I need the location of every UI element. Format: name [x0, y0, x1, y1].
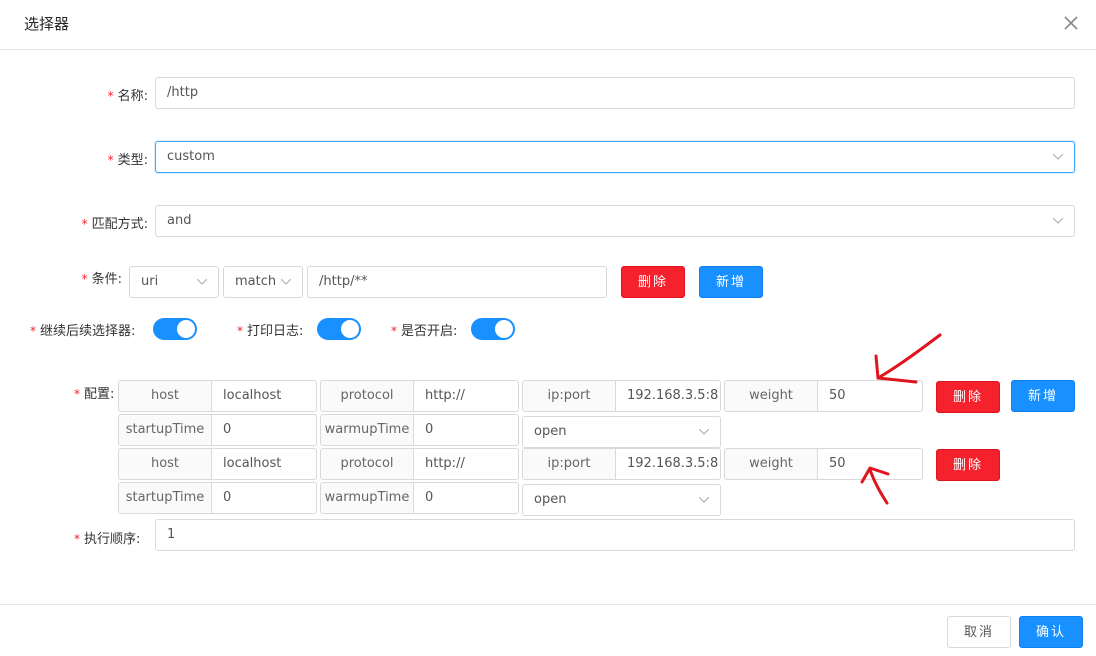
confirm-button[interactable]: 确认 — [1019, 616, 1083, 648]
chevron-down-icon — [699, 429, 709, 435]
dialog-footer: 取消 确认 — [0, 604, 1096, 656]
weight-addon: weight — [725, 381, 818, 411]
match-mode-label: * 匹配方式: — [81, 217, 148, 232]
sort-label-text: 执行顺序: — [84, 532, 141, 547]
condition-operator-select[interactable]: match — [223, 266, 303, 298]
weight-addon: weight — [725, 449, 818, 479]
ipport-addon: ip:port — [523, 381, 616, 411]
chevron-down-icon — [699, 497, 709, 503]
startup-addon: startupTime — [119, 415, 212, 445]
match-mode-value: and — [167, 213, 192, 228]
name-label-text: 名称: — [117, 89, 148, 104]
type-label: * 类型: — [107, 153, 148, 168]
condition-label: * 条件: — [81, 272, 122, 287]
ipport-value: 192.168.3.5:8 — [627, 388, 719, 403]
print-log-label-text: 打印日志: — [247, 324, 304, 339]
dialog-header: 选择器 — [0, 0, 1096, 50]
config-status-select[interactable]: open — [522, 416, 721, 448]
enabled-toggle[interactable] — [471, 318, 515, 340]
status-value: open — [534, 424, 567, 439]
chevron-down-icon — [1053, 154, 1063, 160]
toggle-knob — [177, 320, 195, 338]
config-startup-field[interactable]: startupTime 0 — [118, 482, 317, 514]
match-mode-label-text: 匹配方式: — [91, 217, 148, 232]
startup-addon: startupTime — [119, 483, 212, 513]
condition-add-button[interactable]: 新增 — [699, 266, 763, 298]
status-value: open — [534, 492, 567, 507]
config-add-button[interactable]: 新增 — [1011, 380, 1075, 412]
config-host-field[interactable]: host localhost — [118, 380, 317, 412]
config-label: * 配置: — [74, 387, 115, 402]
sort-label: * 执行顺序: — [74, 532, 141, 547]
config-ipport-field[interactable]: ip:port 192.168.3.5:8 — [522, 380, 721, 412]
host-addon: host — [119, 381, 212, 411]
ipport-addon: ip:port — [523, 449, 616, 479]
dialog-title: 选择器 — [24, 15, 70, 33]
warmup-addon: warmupTime — [321, 415, 414, 445]
config-warmup-field[interactable]: warmupTime 0 — [320, 414, 519, 446]
protocol-value: http:// — [425, 388, 465, 403]
type-select-value: custom — [167, 149, 215, 164]
enabled-label-text: 是否开启: — [401, 324, 458, 339]
type-select[interactable]: custom — [155, 141, 1075, 173]
chevron-down-icon — [1053, 218, 1063, 224]
name-input[interactable]: /http — [155, 77, 1075, 109]
config-label-text: 配置: — [84, 387, 115, 402]
ipport-value: 192.168.3.5:8 — [627, 456, 719, 471]
type-label-text: 类型: — [117, 153, 148, 168]
warmup-addon: warmupTime — [321, 483, 414, 513]
config-row1-delete-button[interactable]: 删除 — [936, 381, 1000, 413]
toggle-knob — [495, 320, 513, 338]
weight-value: 50 — [829, 388, 846, 403]
selector-dialog: 选择器 * 名称: /http * 类型: custom * 匹配方式: and * 条… — [0, 0, 1096, 656]
config-protocol-field[interactable]: protocol http:// — [320, 380, 519, 412]
chevron-down-icon — [281, 279, 291, 285]
config-ipport-field[interactable]: ip:port 192.168.3.5:8 — [522, 448, 721, 480]
continue-selector-label-text: 继续后续选择器: — [40, 324, 136, 339]
condition-param-value: uri — [141, 274, 159, 289]
condition-operator-value: match — [235, 274, 277, 289]
warmup-value: 0 — [425, 490, 434, 505]
print-log-label: * 打印日志: — [237, 324, 304, 339]
host-addon: host — [119, 449, 212, 479]
chevron-down-icon — [197, 279, 207, 285]
startup-value: 0 — [223, 490, 232, 505]
continue-selector-toggle[interactable] — [153, 318, 197, 340]
sort-input[interactable]: 1 — [155, 519, 1075, 551]
protocol-addon: protocol — [321, 449, 414, 479]
name-label: * 名称: — [107, 89, 148, 104]
close-icon[interactable] — [1060, 12, 1082, 34]
continue-selector-label: * 继续后续选择器: — [30, 324, 136, 339]
config-status-select[interactable]: open — [522, 484, 721, 516]
match-mode-select[interactable]: and — [155, 205, 1075, 237]
condition-label-text: 条件: — [91, 272, 122, 287]
annotation-arrow-top — [876, 333, 942, 380]
host-value: localhost — [223, 388, 282, 403]
annotation-arrowhead-top — [874, 354, 918, 384]
config-protocol-field[interactable]: protocol http:// — [320, 448, 519, 480]
condition-param-select[interactable]: uri — [129, 266, 219, 298]
toggle-knob — [341, 320, 359, 338]
config-host-field[interactable]: host localhost — [118, 448, 317, 480]
config-weight-field[interactable]: weight 50 — [724, 448, 923, 480]
weight-value: 50 — [829, 456, 846, 471]
protocol-addon: protocol — [321, 381, 414, 411]
config-warmup-field[interactable]: warmupTime 0 — [320, 482, 519, 514]
condition-value-input[interactable]: /http/** — [307, 266, 607, 298]
condition-delete-button[interactable]: 删除 — [621, 266, 685, 298]
host-value: localhost — [223, 456, 282, 471]
warmup-value: 0 — [425, 422, 434, 437]
startup-value: 0 — [223, 422, 232, 437]
protocol-value: http:// — [425, 456, 465, 471]
config-startup-field[interactable]: startupTime 0 — [118, 414, 317, 446]
enabled-label: * 是否开启: — [391, 324, 458, 339]
config-weight-field[interactable]: weight 50 — [724, 380, 923, 412]
config-row2-delete-button[interactable]: 删除 — [936, 449, 1000, 481]
print-log-toggle[interactable] — [317, 318, 361, 340]
cancel-button[interactable]: 取消 — [947, 616, 1011, 648]
